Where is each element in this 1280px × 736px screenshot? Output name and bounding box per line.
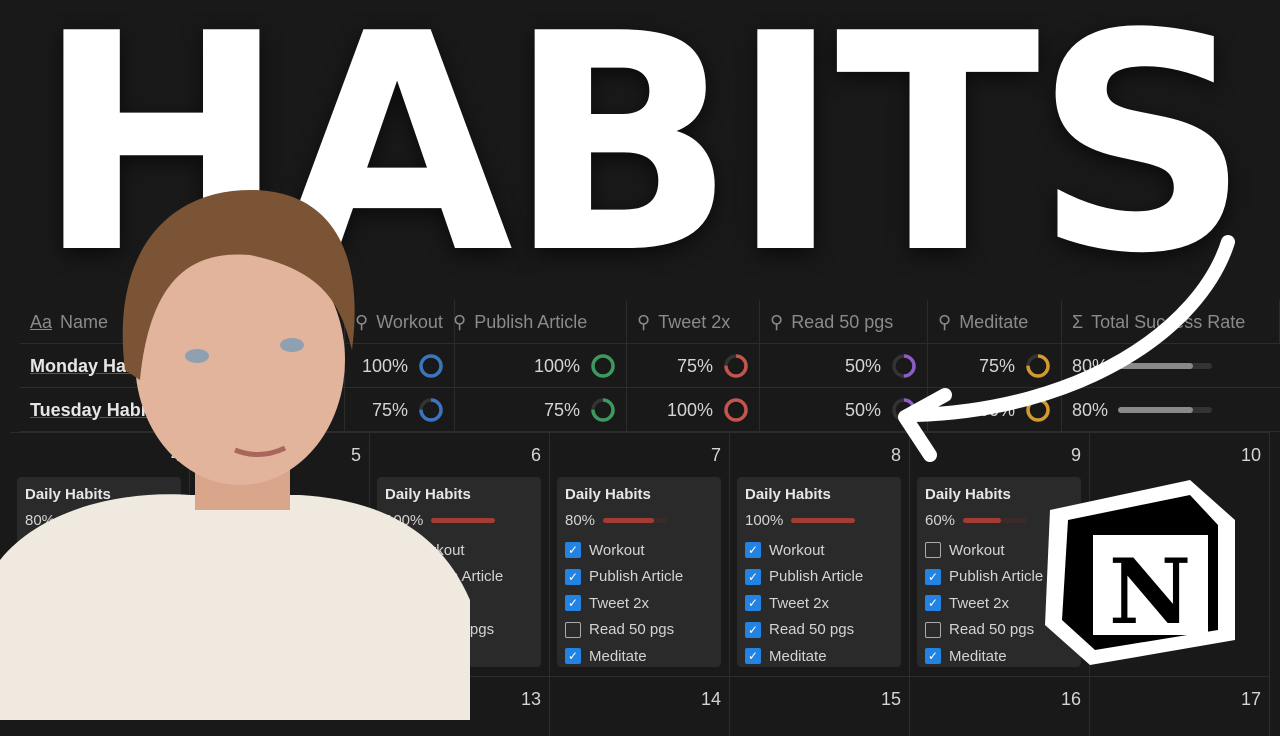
person-photo: [0, 190, 470, 720]
arrowhead-icon: [898, 388, 952, 462]
overlay: N: [0, 190, 1235, 720]
svg-text:N: N: [1109, 539, 1191, 645]
arrow-icon: [908, 235, 1235, 422]
notion-logo: N: [1045, 480, 1235, 665]
